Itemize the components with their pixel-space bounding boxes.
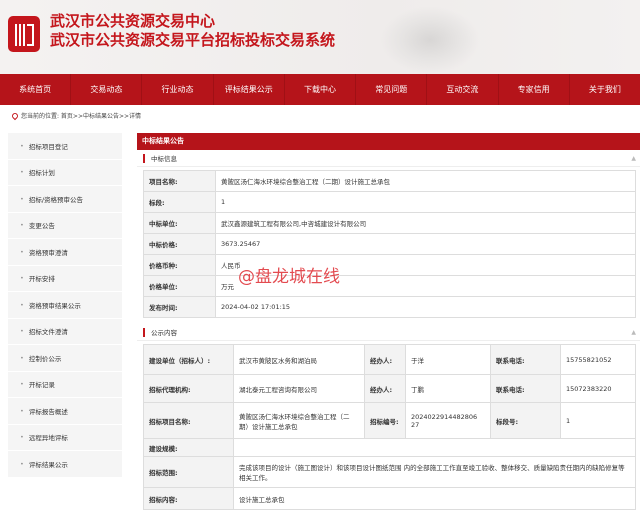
value: 2024-04-02 17:01:15 bbox=[215, 296, 636, 318]
sidebar-item[interactable]: 远程异地评标 bbox=[8, 424, 122, 451]
table-row: 价格币种: 人民币 bbox=[143, 254, 636, 276]
site-subtitle: 武汉市公共资源交易平台招标投标交易系统 bbox=[50, 31, 336, 49]
label: 招标范围: bbox=[143, 456, 234, 488]
value: 丁鹏 bbox=[405, 374, 491, 403]
nav-item[interactable]: 互动交流 bbox=[427, 74, 499, 105]
label: 招标项目名称: bbox=[143, 402, 234, 439]
table-row: 中标价格: 3673.25467 bbox=[143, 233, 636, 255]
value: 2024022914482806​27 bbox=[405, 402, 491, 439]
sidebar-item[interactable]: 开标安排 bbox=[8, 265, 122, 292]
table-row: 项目名称: 黄陂区汤仁海水环境综合整治工程（二期）设计施工总承包 bbox=[143, 170, 636, 192]
label: 招标代理机构: bbox=[143, 374, 234, 403]
value: 15072383220 bbox=[560, 374, 636, 403]
sidebar-item[interactable]: 招标计划 bbox=[8, 159, 122, 186]
breadcrumb-text[interactable]: 您当前的位置: 首页>>中标结果公告>>详情 bbox=[21, 111, 141, 120]
section-title: 公示内容 bbox=[151, 329, 177, 337]
sidebar-item[interactable]: 开标记录 bbox=[8, 371, 122, 398]
tower-image bbox=[380, 6, 480, 74]
award-info-table: 项目名称: 黄陂区汤仁海水环境综合整治工程（二期）设计施工总承包 标段: 1 中标单… bbox=[143, 170, 636, 318]
nav-item[interactable]: 行业动态 bbox=[142, 74, 214, 105]
collapse-icon[interactable]: ▲ bbox=[631, 155, 636, 162]
label: 经办人: bbox=[364, 344, 406, 375]
section-header: 中标信息 ▲ bbox=[137, 150, 640, 167]
sidebar-item[interactable]: 招标文件澄清 bbox=[8, 318, 122, 345]
value: 1 bbox=[215, 191, 636, 213]
label: 招标编号: bbox=[364, 402, 406, 439]
nav-item[interactable]: 下载中心 bbox=[285, 74, 357, 105]
value: 武汉鑫源建筑工程有限公司,中咨城建设计有限公司 bbox=[215, 212, 636, 234]
label: 项目名称: bbox=[143, 170, 216, 192]
table-row: 建设单位（招标人）: 武汉市黄陂区水务和湖泊局 经办人: 于洋 联系电话: 1575582… bbox=[143, 344, 636, 375]
nav-item[interactable]: 关于我们 bbox=[570, 74, 640, 105]
publication-table: 建设单位（招标人）: 武汉市黄陂区水务和湖泊局 经办人: 于洋 联系电话: 1575582… bbox=[143, 344, 636, 510]
label: 联系电话: bbox=[490, 344, 561, 375]
label: 联系电话: bbox=[490, 374, 561, 403]
sidebar-item[interactable]: 变更公告 bbox=[8, 212, 122, 239]
main-nav: 系统首页 交易动态 行业动态 评标结果公示 下载中心 常见问题 互动交流 专家信… bbox=[0, 74, 640, 105]
label: 标段号: bbox=[490, 402, 561, 439]
sidebar-item[interactable]: 控制价公示 bbox=[8, 345, 122, 372]
value: 1 bbox=[560, 402, 636, 439]
table-row: 招标代理机构: 湖北泰元工程咨询有限公司 经办人: 丁鹏 联系电话: 1507238322… bbox=[143, 374, 636, 403]
site-header: 武汉市公共资源交易中心 武汉市公共资源交易平台招标投标交易系统 bbox=[0, 0, 640, 74]
label: 价格单位: bbox=[143, 275, 216, 297]
watermark: @盘龙城在线 bbox=[238, 267, 340, 287]
location-icon bbox=[10, 111, 20, 120]
table-row: 招标项目名称: 黄陂区汤仁海水环境综合整治工程（二期）设计施工总承包 招标编号: 20… bbox=[143, 402, 636, 439]
table-row: 价格单位: 万元 bbox=[143, 275, 636, 297]
value: 湖北泰元工程咨询有限公司 bbox=[233, 374, 365, 403]
nav-item[interactable]: 交易动态 bbox=[71, 74, 143, 105]
label: 发布时间: bbox=[143, 296, 216, 318]
sidebar-item[interactable]: 评标结果公示 bbox=[8, 451, 122, 478]
value: 15755821052 bbox=[560, 344, 636, 375]
value: 设计施工总承包 bbox=[233, 487, 636, 510]
value: 3673.25467 bbox=[215, 233, 636, 255]
value: 于洋 bbox=[405, 344, 491, 375]
table-row: 建设规模: bbox=[143, 438, 636, 457]
value: 黄陂区汤仁海水环境综合整治工程（二期）设计施工总承包 bbox=[233, 402, 365, 439]
label: 建设规模: bbox=[143, 438, 234, 457]
sidebar-item[interactable]: 评标报告概述 bbox=[8, 398, 122, 425]
value: 完成该项目的设计（施工图设计）和该项目设计图纸范围 内的全部施工工作直至竣工验收… bbox=[233, 456, 636, 488]
nav-item[interactable]: 系统首页 bbox=[0, 74, 72, 105]
value: 黄陂区汤仁海水环境综合整治工程（二期）设计施工总承包 bbox=[215, 170, 636, 192]
table-row: 招标范围: 完成该项目的设计（施工图设计）和该项目设计图纸范围 内的全部施工工作直… bbox=[143, 456, 636, 488]
nav-item[interactable]: 评标结果公示 bbox=[214, 74, 285, 105]
sidebar-item[interactable]: 资格预审澄清 bbox=[8, 239, 122, 266]
table-row: 标段: 1 bbox=[143, 191, 636, 213]
sidebar-item[interactable]: 资格预审结果公示 bbox=[8, 292, 122, 319]
label: 标段: bbox=[143, 191, 216, 213]
label: 招标内容: bbox=[143, 487, 234, 510]
section-header: 公示内容 ▲ bbox=[137, 324, 640, 341]
site-title: 武汉市公共资源交易中心 bbox=[50, 12, 216, 30]
sidebar-item[interactable]: 招标项目登记 bbox=[8, 133, 122, 160]
table-row: 发布时间: 2024-04-02 17:01:15 bbox=[143, 296, 636, 318]
page-title: 中标结果公告 bbox=[137, 133, 640, 150]
section-title: 中标信息 bbox=[151, 155, 177, 163]
label: 建设单位（招标人）: bbox=[143, 344, 234, 375]
value: 武汉市黄陂区水务和湖泊局 bbox=[233, 344, 365, 375]
value bbox=[233, 438, 636, 457]
breadcrumb: 您当前的位置: 首页>>中标结果公告>>详情 bbox=[10, 111, 141, 120]
nav-item[interactable]: 专家信用 bbox=[499, 74, 570, 105]
main-content: 中标结果公告 中标信息 ▲ 项目名称: 黄陂区汤仁海水环境综合整治工程（二期）设计施… bbox=[137, 133, 640, 510]
label: 经办人: bbox=[364, 374, 406, 403]
sidebar-item[interactable]: 招标/资格预审公告 bbox=[8, 186, 122, 213]
logo-icon bbox=[8, 16, 40, 52]
table-row: 中标单位: 武汉鑫源建筑工程有限公司,中咨城建设计有限公司 bbox=[143, 212, 636, 234]
label: 价格币种: bbox=[143, 254, 216, 276]
sidebar: 招标项目登记 招标计划 招标/资格预审公告 变更公告 资格预审澄清 开标安排 资… bbox=[8, 133, 122, 478]
label: 中标单位: bbox=[143, 212, 216, 234]
label: 中标价格: bbox=[143, 233, 216, 255]
table-row: 招标内容: 设计施工总承包 bbox=[143, 487, 636, 510]
nav-item[interactable]: 常见问题 bbox=[356, 74, 428, 105]
collapse-icon[interactable]: ▲ bbox=[631, 329, 636, 336]
